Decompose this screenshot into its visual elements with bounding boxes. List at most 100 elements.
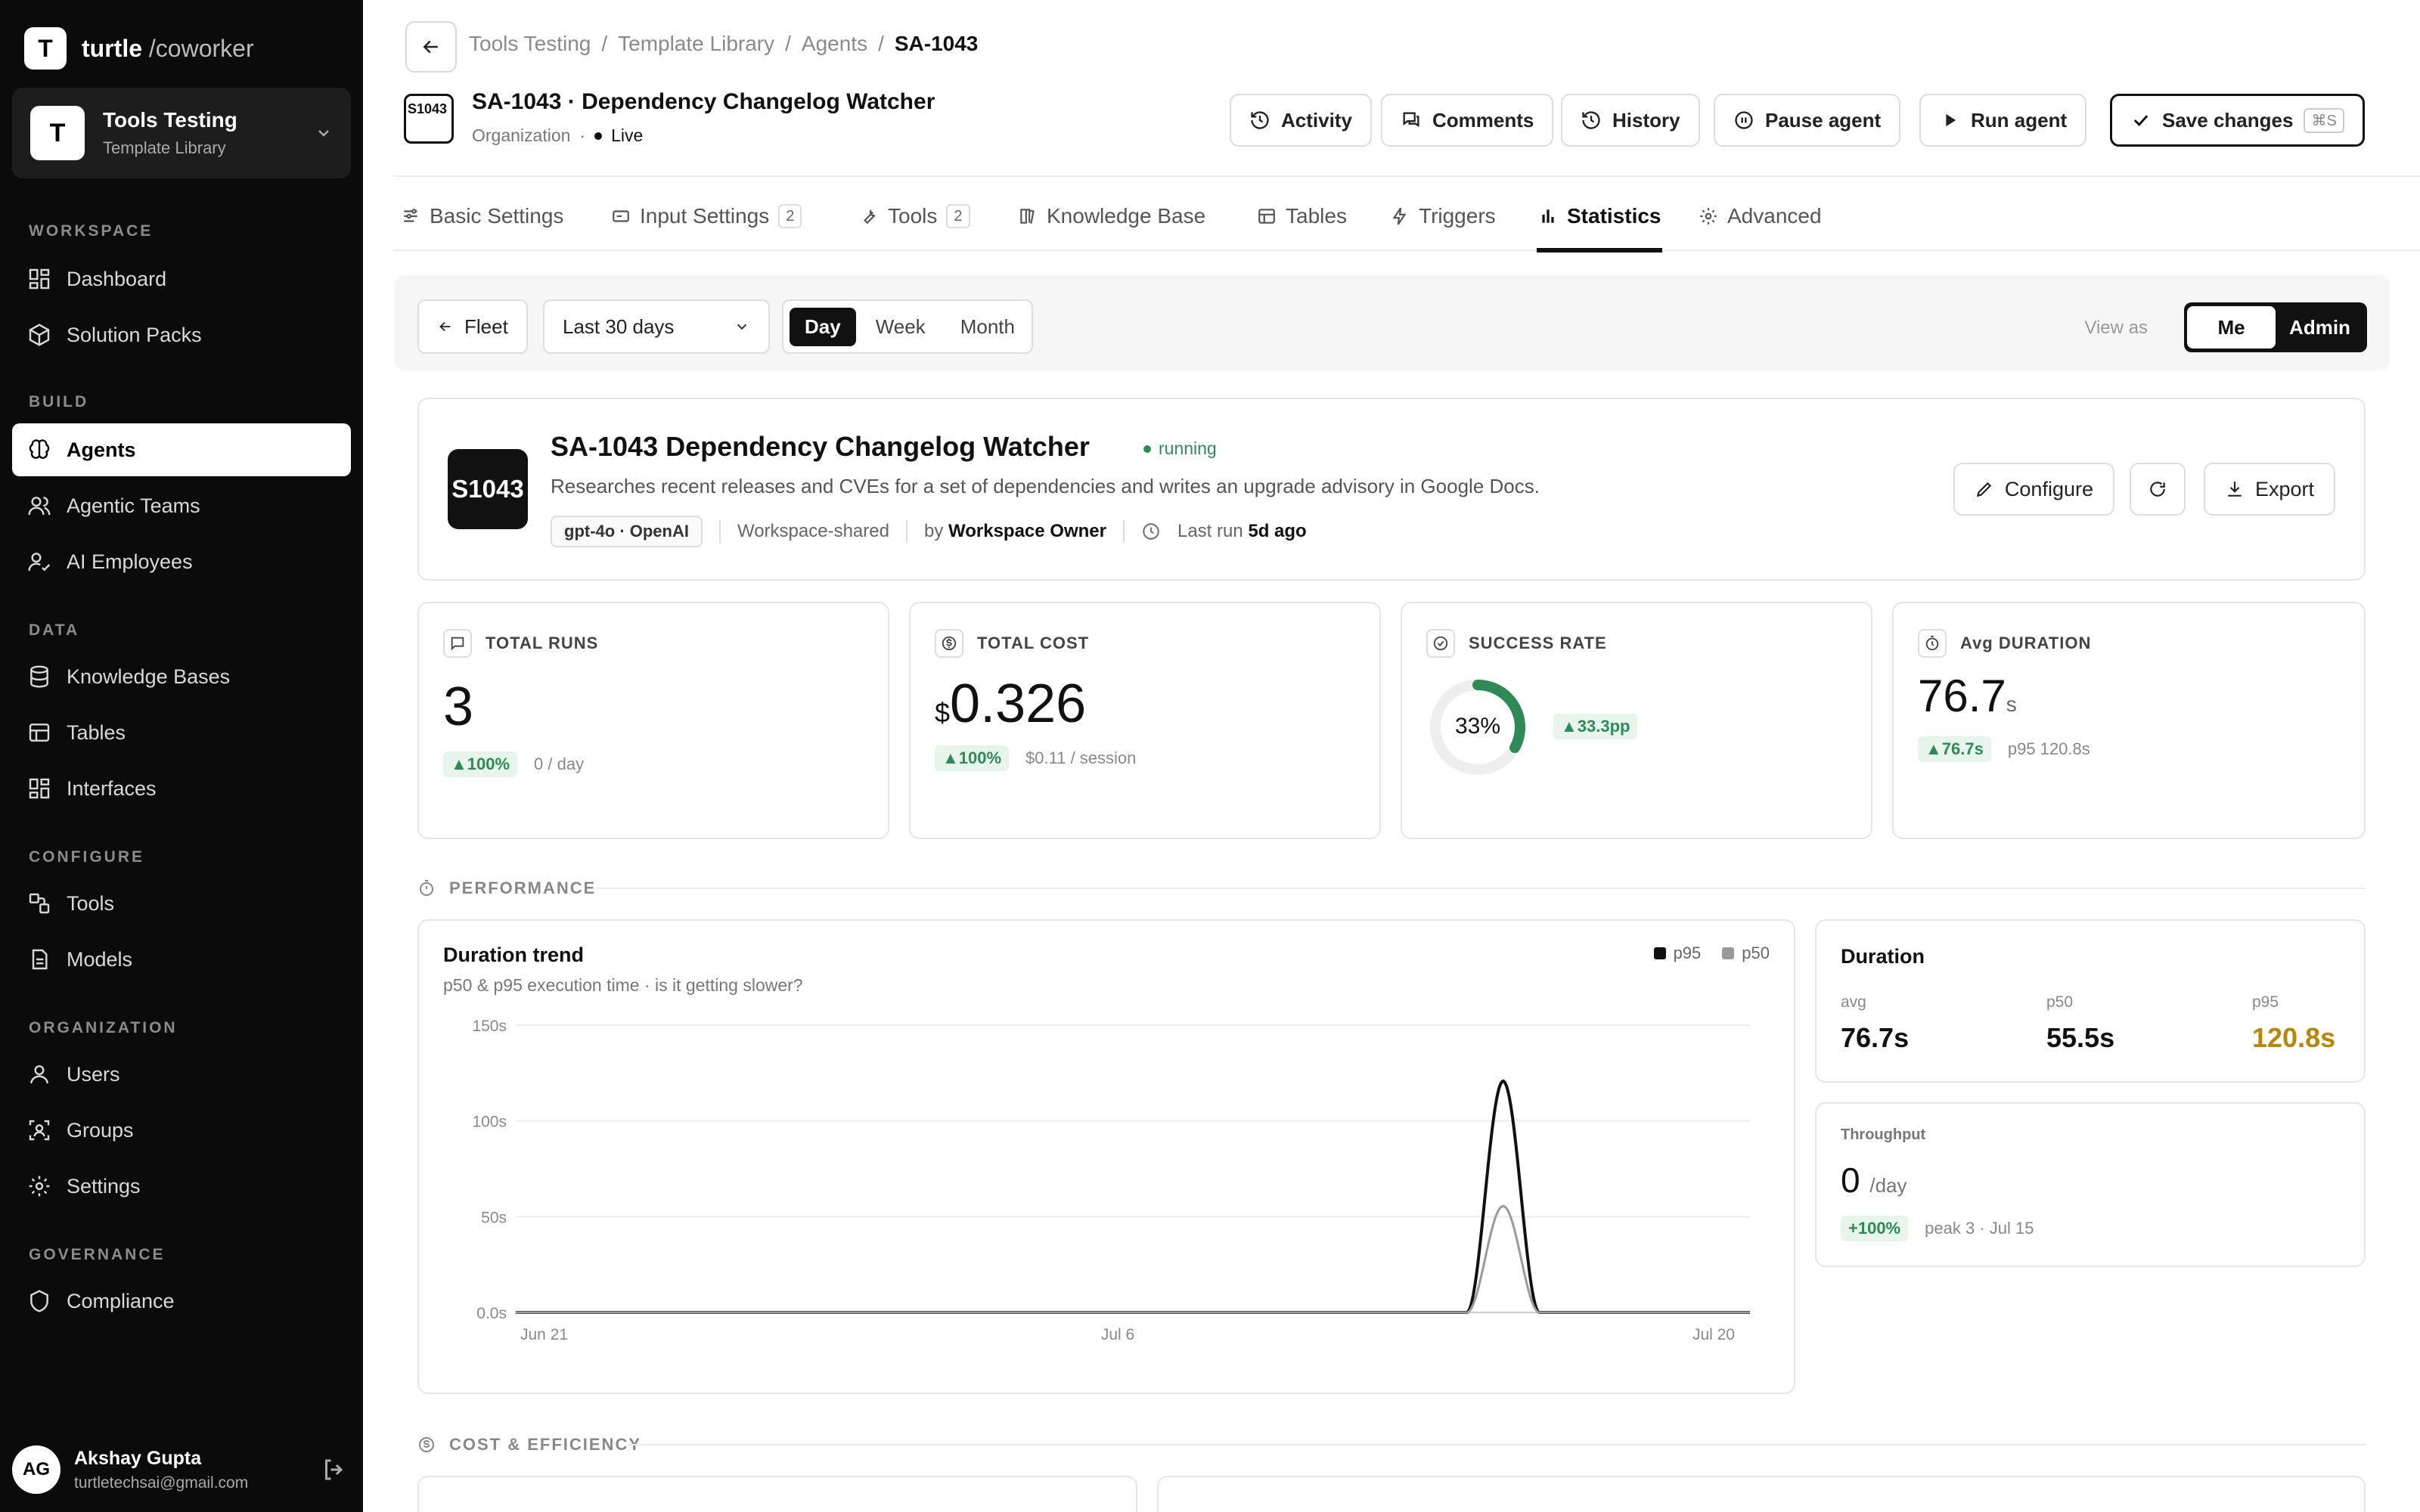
user-profile[interactable]: AG Akshay Gupta turtletechsai@gmail.com — [12, 1439, 351, 1500]
sidebar-item-agentic-teams[interactable]: Agentic Teams — [12, 479, 351, 532]
export-label: Export — [2254, 477, 2314, 500]
sidebar-item-ai-employees[interactable]: AI Employees — [12, 535, 351, 588]
kpi-label: TOTAL RUNS — [486, 634, 599, 652]
table-icon — [29, 723, 50, 742]
sidebar-item-label: Agents — [67, 438, 136, 461]
view-as-me[interactable]: Me — [2187, 306, 2276, 349]
dollar-icon — [419, 1437, 434, 1452]
sidebar-item-label: Interfaces — [67, 776, 157, 800]
sidebar-item-tables[interactable]: Tables — [12, 706, 351, 759]
tools-icon — [29, 893, 50, 914]
brand-mark: T — [24, 27, 67, 70]
run-agent-button[interactable]: Run agent — [1919, 94, 2087, 147]
history-button[interactable]: History — [1561, 94, 1700, 147]
breadcrumb-separator: / — [878, 32, 884, 55]
pause-agent-label: Pause agent — [1765, 108, 1882, 132]
active-tab-indicator — [1537, 248, 1662, 253]
bolt-icon — [1392, 207, 1407, 225]
stat-value-p50: 55.5s — [2046, 1022, 2115, 1053]
last-run-value: 5d ago — [1248, 521, 1307, 541]
tab-knowledge-base[interactable]: Knowledge Base — [1018, 198, 1205, 234]
sidebar-item-label: Dashboard — [67, 267, 167, 290]
keyboard-shortcut: ⌘S — [2304, 107, 2344, 133]
workspace-switcher[interactable]: T Tools Testing Template Library — [12, 88, 351, 178]
sidebar-item-knowledge-bases[interactable]: Knowledge Bases — [12, 650, 351, 703]
sliders-icon — [404, 209, 417, 222]
cost-card-right — [1157, 1476, 2366, 1512]
pause-agent-button[interactable]: Pause agent — [1714, 94, 1901, 147]
database-icon — [30, 665, 48, 688]
section-performance: PERFORMANCE — [417, 878, 596, 898]
sidebar-item-groups[interactable]: Groups — [12, 1104, 351, 1157]
tab-badge: 2 — [778, 204, 802, 228]
sidebar-item-label: Knowledge Bases — [67, 665, 231, 688]
arrow-left-icon — [439, 321, 451, 332]
chart-title: Duration trend — [443, 943, 584, 966]
divider — [1122, 520, 1125, 543]
logout-icon[interactable] — [321, 1456, 348, 1483]
granularity-day[interactable]: Day — [790, 307, 856, 346]
view-as-admin[interactable]: Admin — [2276, 306, 2364, 349]
shield-icon — [30, 1290, 48, 1312]
tab-basic-settings[interactable]: Basic Settings — [401, 198, 563, 234]
sidebar-item-compliance[interactable]: Compliance — [12, 1275, 351, 1328]
kpi-subtext: $0.11 / session — [1025, 748, 1137, 767]
stat-value-avg: 76.7s — [1841, 1022, 1910, 1053]
breadcrumb-current: SA-1043 — [894, 32, 979, 55]
section-title: COST & EFFICIENCY — [449, 1435, 642, 1454]
check-icon — [2133, 115, 2149, 126]
input-icon — [613, 210, 629, 222]
workspace-name: Tools Testing — [103, 108, 237, 132]
divider — [597, 888, 2366, 889]
back-button[interactable] — [405, 21, 457, 73]
date-range-select[interactable]: Last 30 days — [543, 299, 770, 354]
bar-chart-icon — [1542, 209, 1554, 223]
activity-button[interactable]: Activity — [1230, 94, 1372, 147]
sidebar-item-tools[interactable]: Tools — [12, 877, 351, 930]
kpi-subtext: p95 120.8s — [2007, 739, 2090, 758]
sidebar-item-solution-packs[interactable]: Solution Packs — [12, 308, 351, 361]
legend-item-p95[interactable]: p95 — [1653, 943, 1701, 963]
sidebar-item-settings[interactable]: Settings — [12, 1160, 351, 1213]
fleet-button[interactable]: Fleet — [417, 299, 528, 354]
tab-advanced[interactable]: Advanced — [1699, 198, 1822, 234]
sidebar-item-dashboard[interactable]: Dashboard — [12, 253, 351, 305]
granularity-week[interactable]: Week — [861, 308, 941, 346]
sidebar-item-interfaces[interactable]: Interfaces — [12, 762, 351, 815]
tab-tools[interactable]: Tools 2 — [859, 198, 970, 234]
tab-statistics[interactable]: Statistics — [1538, 198, 1661, 234]
breadcrumb-separator: / — [785, 32, 791, 55]
tab-label: Statistics — [1567, 204, 1661, 228]
kpi-delta: ▲100% — [935, 745, 1010, 771]
export-button[interactable]: Export — [2203, 463, 2335, 516]
save-changes-button[interactable]: Save changes ⌘S — [2110, 94, 2365, 147]
legend-item-p50[interactable]: p50 — [1722, 943, 1770, 963]
brand-logo[interactable]: T turtle /coworker — [24, 27, 254, 70]
granularity-month[interactable]: Month — [945, 308, 1030, 346]
breadcrumb-item[interactable]: Agents — [802, 32, 867, 56]
agent-card-meta: gpt-4o · OpenAI Workspace-shared by Work… — [551, 516, 1307, 547]
status-dot-icon — [1143, 445, 1151, 453]
sidebar-item-label: Settings — [67, 1174, 141, 1198]
comments-button[interactable]: Comments — [1381, 94, 1554, 147]
sidebar-item-users[interactable]: Users — [12, 1048, 351, 1101]
tab-tables[interactable]: Tables — [1257, 198, 1347, 234]
divider — [905, 520, 908, 543]
refresh-button[interactable] — [2130, 463, 2186, 516]
tab-bar: Basic Settings Input Settings 2 Tools 2 … — [393, 175, 2420, 253]
sidebar-item-models[interactable]: Models — [12, 933, 351, 986]
section-label-workspace: WORKSPACE — [29, 222, 154, 240]
comments-icon — [1403, 112, 1419, 128]
team-icon — [28, 497, 51, 516]
tab-triggers[interactable]: Triggers — [1390, 198, 1496, 234]
tab-input-settings[interactable]: Input Settings 2 — [611, 198, 802, 234]
breadcrumb-item[interactable]: Template Library — [618, 32, 774, 56]
breadcrumb-item[interactable]: Tools Testing — [469, 32, 591, 56]
sidebar-item-agents[interactable]: Agents — [12, 423, 351, 476]
tab-label: Tables — [1286, 204, 1347, 228]
configure-button[interactable]: Configure — [1953, 463, 2114, 516]
layout-icon — [29, 778, 50, 799]
owner-label: by Workspace Owner — [923, 521, 1106, 541]
workspace-avatar: T — [30, 106, 85, 160]
granularity-toggle: Day Week Month — [782, 299, 1033, 354]
